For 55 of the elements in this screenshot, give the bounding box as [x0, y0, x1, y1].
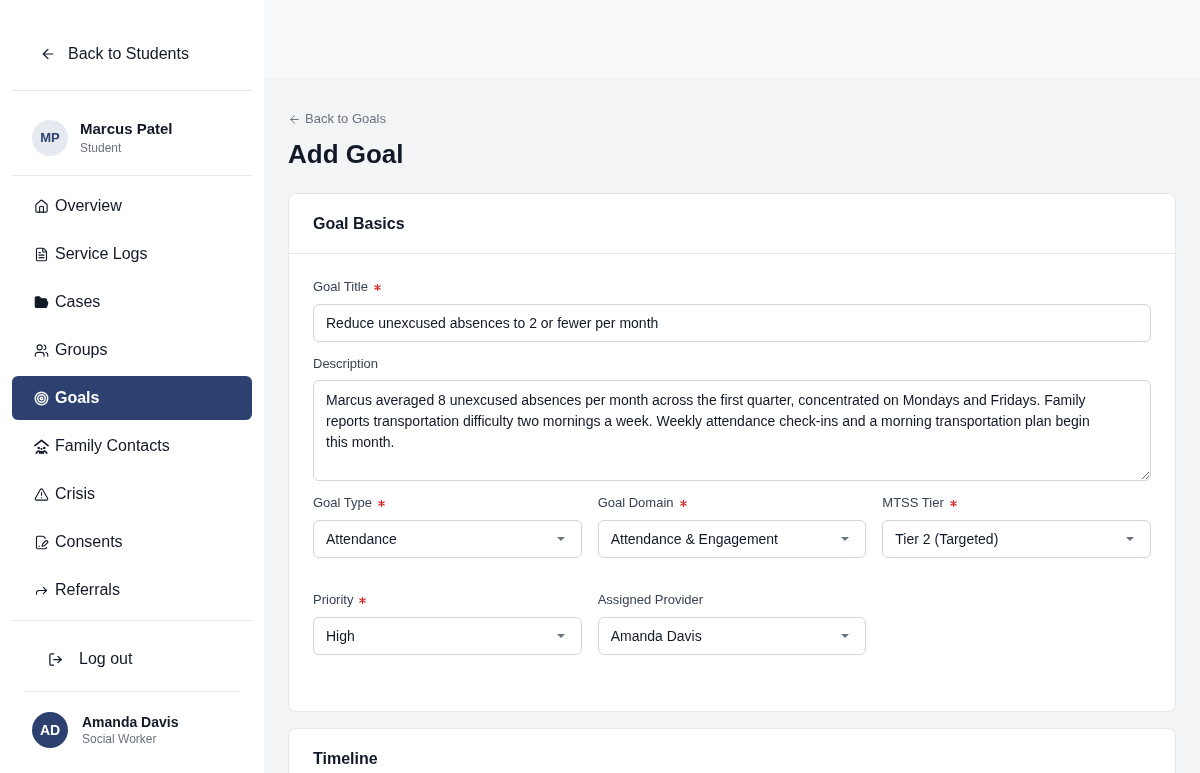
- select-field[interactable]: Amanda Davis: [597, 617, 867, 655]
- user-name: Amanda Davis: [82, 712, 179, 731]
- nav-item[interactable]: Referrals: [12, 568, 252, 612]
- student-role: Student: [80, 140, 123, 157]
- required-icon: [359, 596, 367, 604]
- student-avatar: MP: [32, 120, 68, 156]
- nav-item[interactable]: Family Contacts: [12, 424, 252, 468]
- field-label: Goal Title: [313, 278, 368, 297]
- nav-item[interactable]: Crisis: [12, 472, 252, 516]
- page-title: Add Goal: [288, 138, 404, 170]
- select-field[interactable]: Tier 2 (Targeted): [882, 520, 1151, 558]
- back-link[interactable]: Back to Students: [30, 42, 234, 66]
- logout-button[interactable]: Log out: [24, 637, 240, 681]
- select-field[interactable]: High: [313, 617, 582, 655]
- target-icon: [34, 390, 49, 406]
- caret-icon: [841, 537, 850, 541]
- required-icon: [949, 499, 957, 507]
- field-label: Description: [313, 355, 379, 374]
- field-label: Goal Domain: [597, 494, 674, 513]
- field-label: Priority: [313, 591, 354, 610]
- field-label: Assigned Provider: [597, 591, 704, 610]
- field-label: Goal Type: [313, 494, 373, 513]
- select-field[interactable]: Attendance & Engagement: [597, 520, 867, 558]
- user-role: Social Worker: [82, 730, 158, 748]
- file-pen-icon: [34, 534, 49, 550]
- field-label: MTSS Tier: [882, 494, 944, 513]
- back-arrow-icon: [288, 112, 301, 126]
- caret-icon: [841, 634, 850, 638]
- description-textarea[interactable]: Marcus averaged 8 unexcused absences per month across the first quarter, concentrated on Mondays and Fridays. Family reports transportation difficulty two mornings a week. Weekly attendance check-ins and a morning transportation plan begin this month.: [313, 380, 1151, 481]
- back-link[interactable]: Back to Goals: [288, 109, 386, 129]
- logout-icon: [48, 651, 63, 667]
- nav-item[interactable]: Overview: [12, 184, 252, 228]
- required-icon: [373, 283, 381, 291]
- caret-icon: [556, 537, 565, 541]
- folder-icon: [34, 294, 49, 310]
- document-icon: [34, 246, 49, 262]
- nav-item[interactable]: Groups: [12, 328, 252, 372]
- nav-item[interactable]: Cases: [12, 280, 252, 324]
- nav-item[interactable]: Goals: [12, 376, 252, 420]
- required-icon: [679, 499, 687, 507]
- warning-icon: [34, 486, 49, 502]
- house-people-icon: [34, 438, 49, 454]
- people-icon: [34, 342, 49, 358]
- caret-icon: [556, 634, 565, 638]
- user-avatar: AD: [32, 712, 68, 748]
- required-icon: [378, 499, 386, 507]
- house-icon: [34, 198, 49, 214]
- nav-item[interactable]: Consents: [12, 520, 252, 564]
- nav-item[interactable]: Service Logs: [12, 232, 252, 276]
- text-input[interactable]: Reduce unexcused absences to 2 or fewer per month: [313, 304, 1151, 342]
- caret-icon: [1126, 537, 1134, 541]
- section-title: Goal Basics: [313, 213, 405, 234]
- section-title: Timeline: [313, 748, 378, 769]
- select-field[interactable]: Attendance: [313, 520, 582, 558]
- student-name: Marcus Patel: [80, 119, 173, 139]
